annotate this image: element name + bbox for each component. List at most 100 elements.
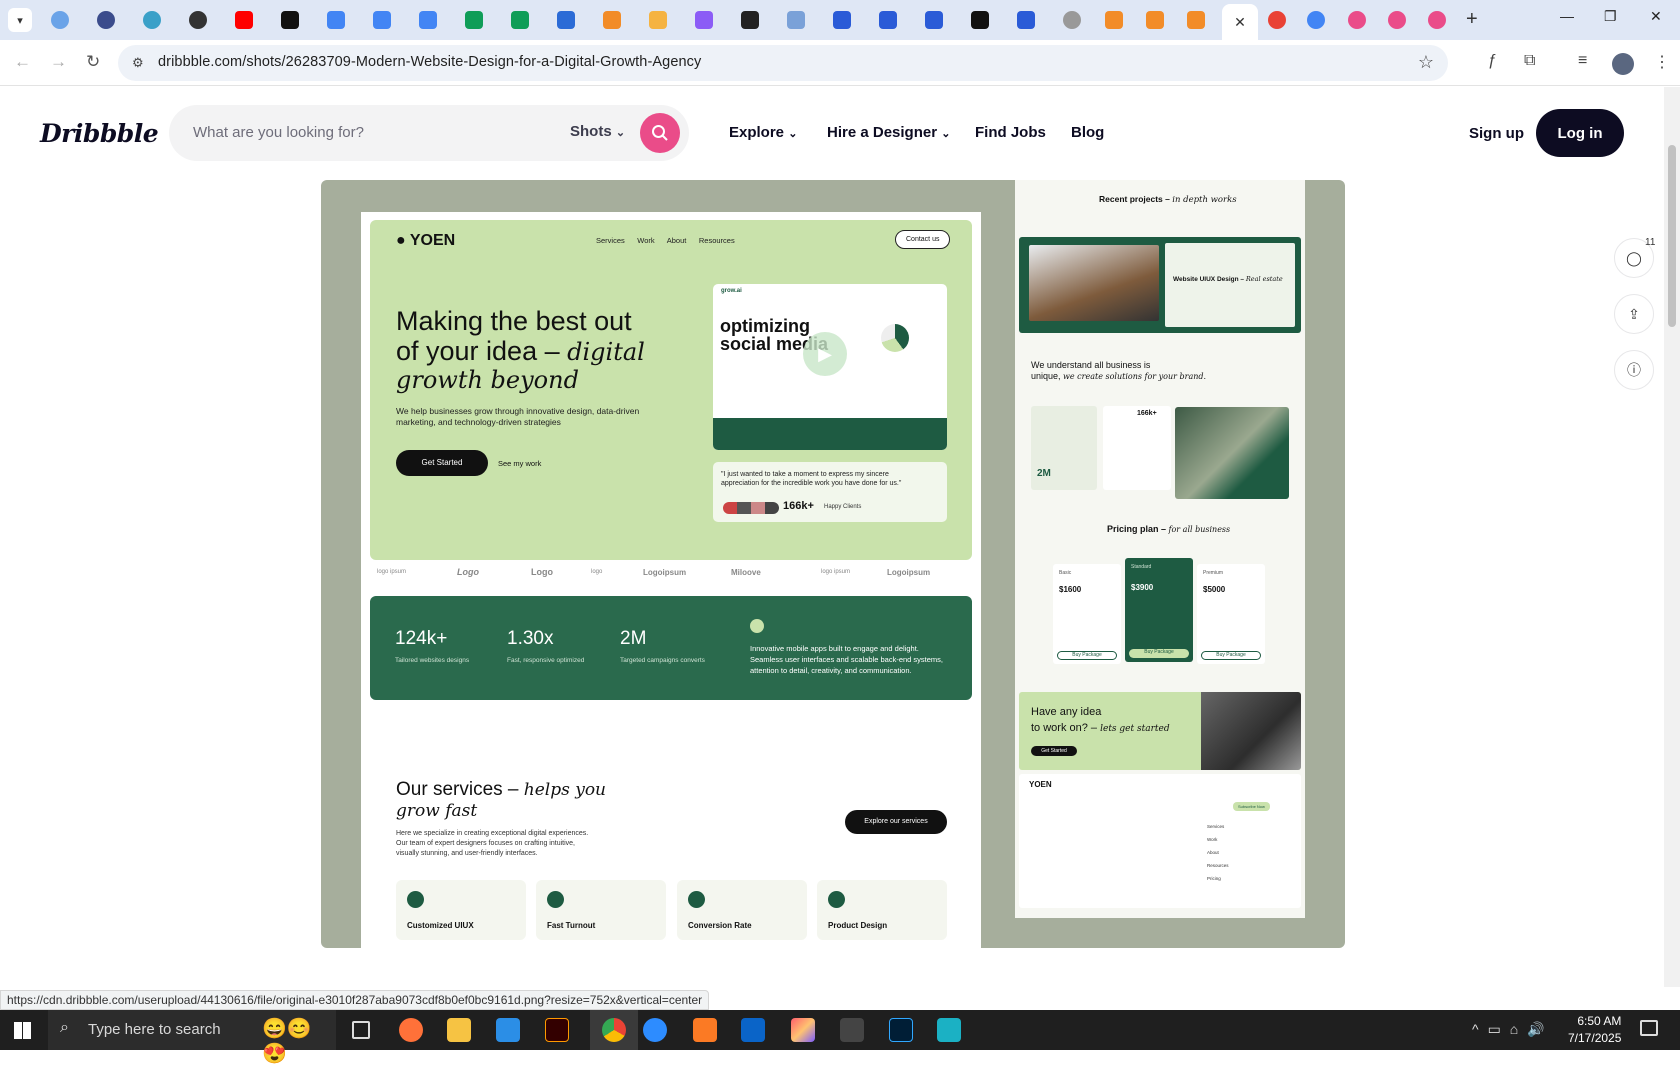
tab-favicon[interactable]: [1017, 11, 1035, 29]
taskbar-clock[interactable]: 6:50 AM 7/17/2025: [1568, 1013, 1621, 1047]
task-view-icon[interactable]: [352, 1021, 370, 1039]
app-icon[interactable]: [937, 1018, 961, 1042]
bookmark-star-icon[interactable]: ☆: [1418, 52, 1434, 73]
tab-favicon[interactable]: [189, 11, 207, 29]
notifications-icon[interactable]: [1640, 1020, 1658, 1036]
tab-favicon[interactable]: [281, 11, 299, 29]
profile-avatar[interactable]: [1612, 53, 1634, 75]
plan-price: $5000: [1203, 585, 1226, 594]
sign-up-link[interactable]: Sign up: [1469, 125, 1524, 142]
reload-icon[interactable]: ↻: [86, 52, 100, 72]
project-title-italic: Real estate: [1245, 275, 1283, 283]
app-icon[interactable]: [791, 1018, 815, 1042]
page-scrollbar[interactable]: [1664, 87, 1680, 987]
footer-link: Resources: [1207, 863, 1229, 868]
nav-hire-designer[interactable]: Hire a Designer ⌄: [827, 124, 950, 141]
windows-start-icon[interactable]: [14, 1022, 31, 1039]
tab-favicon[interactable]: [419, 11, 437, 29]
tab-favicon[interactable]: [1187, 11, 1205, 29]
taskbar-search[interactable]: ⌕ Type here to search 😄😊😍: [48, 1010, 336, 1065]
info-button[interactable]: ⓘ: [1614, 350, 1654, 390]
address-bar[interactable]: ⚙ dribbble.com/shots/26283709-Modern-Web…: [118, 45, 1448, 81]
time: 6:50 AM: [1577, 1014, 1622, 1028]
dribbble-logo[interactable]: Dribbble: [40, 119, 159, 148]
tab-favicon[interactable]: [97, 11, 115, 29]
partner-logo: Logoipsum: [643, 568, 687, 577]
tab-favicon[interactable]: [51, 11, 69, 29]
footer-link: Pricing: [1207, 876, 1221, 881]
unique-title-1: We understand all business is: [1031, 360, 1151, 370]
scrollbar-thumb[interactable]: [1668, 145, 1676, 327]
system-tray[interactable]: ^▭⌂🔊: [1472, 1021, 1554, 1038]
tab-favicon[interactable]: [1428, 11, 1446, 29]
search-filter-dropdown[interactable]: Shots ⌄: [570, 123, 625, 140]
active-tab[interactable]: ✕: [1222, 4, 1258, 40]
tab-favicon[interactable]: [1146, 11, 1164, 29]
clients-label: Happy Clients: [824, 504, 862, 510]
zoom-icon[interactable]: [643, 1018, 667, 1042]
xampp-icon[interactable]: [693, 1018, 717, 1042]
search-bar[interactable]: What are you looking for? Shots ⌄: [169, 105, 689, 161]
tab-favicon[interactable]: [1063, 11, 1081, 29]
log-in-button[interactable]: Log in: [1536, 109, 1624, 157]
tab-favicon[interactable]: [971, 11, 989, 29]
tab-favicon[interactable]: [511, 11, 529, 29]
site-info-icon[interactable]: ⚙: [132, 55, 144, 71]
media-icon[interactable]: ≡: [1578, 52, 1587, 70]
photoshop-icon[interactable]: [889, 1018, 913, 1042]
footer-brand: YOEN: [1029, 780, 1052, 789]
tab-favicon[interactable]: [1268, 11, 1286, 29]
tab-favicon[interactable]: [649, 11, 667, 29]
tab-favicon[interactable]: [465, 11, 483, 29]
minimize-icon[interactable]: —: [1560, 8, 1574, 24]
tab-favicon[interactable]: [557, 11, 575, 29]
nav-explore[interactable]: Explore ⌄: [729, 124, 797, 141]
nav-blog[interactable]: Blog: [1071, 124, 1104, 141]
new-tab-button[interactable]: +: [1466, 8, 1478, 31]
file-explorer-icon[interactable]: [447, 1018, 471, 1042]
forward-icon[interactable]: →: [50, 52, 67, 72]
pen-tool-icon[interactable]: [840, 1018, 864, 1042]
tab-favicon[interactable]: [741, 11, 759, 29]
share-button[interactable]: ⇪: [1614, 294, 1654, 334]
restore-icon[interactable]: ❐: [1604, 8, 1617, 25]
search-button[interactable]: [640, 113, 680, 153]
tab-search-dropdown[interactable]: ▾: [8, 8, 32, 32]
nav-find-jobs[interactable]: Find Jobs: [975, 124, 1046, 141]
shot-image[interactable]: ● YOEN Services Work About Resources Con…: [321, 180, 1345, 948]
extensions-icon[interactable]: ⧉: [1524, 52, 1535, 70]
illustrator-icon[interactable]: [545, 1018, 569, 1042]
tab-favicon[interactable]: [695, 11, 713, 29]
tab-favicon[interactable]: [143, 11, 161, 29]
tab-favicon[interactable]: [603, 11, 621, 29]
tab-favicon[interactable]: [1388, 11, 1406, 29]
tab-favicon[interactable]: [235, 11, 253, 29]
menu-icon[interactable]: ⋮: [1654, 52, 1670, 72]
back-icon[interactable]: ←: [14, 52, 31, 72]
tab-favicon[interactable]: [925, 11, 943, 29]
tab-favicon[interactable]: [327, 11, 345, 29]
firefox-icon[interactable]: [399, 1018, 423, 1042]
close-icon[interactable]: ✕: [1234, 14, 1246, 31]
window-close-icon[interactable]: ✕: [1650, 8, 1662, 25]
vscode-icon[interactable]: [496, 1018, 520, 1042]
tab-favicon[interactable]: [833, 11, 851, 29]
footer-link: About: [1207, 850, 1219, 855]
outlook-icon[interactable]: [741, 1018, 765, 1042]
unique-title-italic: we create solutions for your brand.: [1063, 372, 1207, 381]
services-text-1: Here we specialize in creating exception…: [396, 830, 589, 837]
chrome-icon[interactable]: [602, 1018, 626, 1042]
tab-favicon[interactable]: [787, 11, 805, 29]
url-text[interactable]: dribbble.com/shots/26283709-Modern-Websi…: [158, 54, 701, 70]
font-extension-icon[interactable]: ƒ: [1488, 52, 1497, 70]
taskbar-search-input[interactable]: Type here to search: [88, 1021, 221, 1038]
tab-favicon[interactable]: [1105, 11, 1123, 29]
tab-favicon[interactable]: [1307, 11, 1325, 29]
tab-favicon[interactable]: [879, 11, 897, 29]
search-input[interactable]: What are you looking for?: [193, 124, 364, 141]
service-icon: [407, 891, 424, 908]
service-icon: [828, 891, 845, 908]
hero-title-line3: growth beyond: [396, 366, 579, 394]
tab-favicon[interactable]: [1348, 11, 1366, 29]
tab-favicon[interactable]: [373, 11, 391, 29]
